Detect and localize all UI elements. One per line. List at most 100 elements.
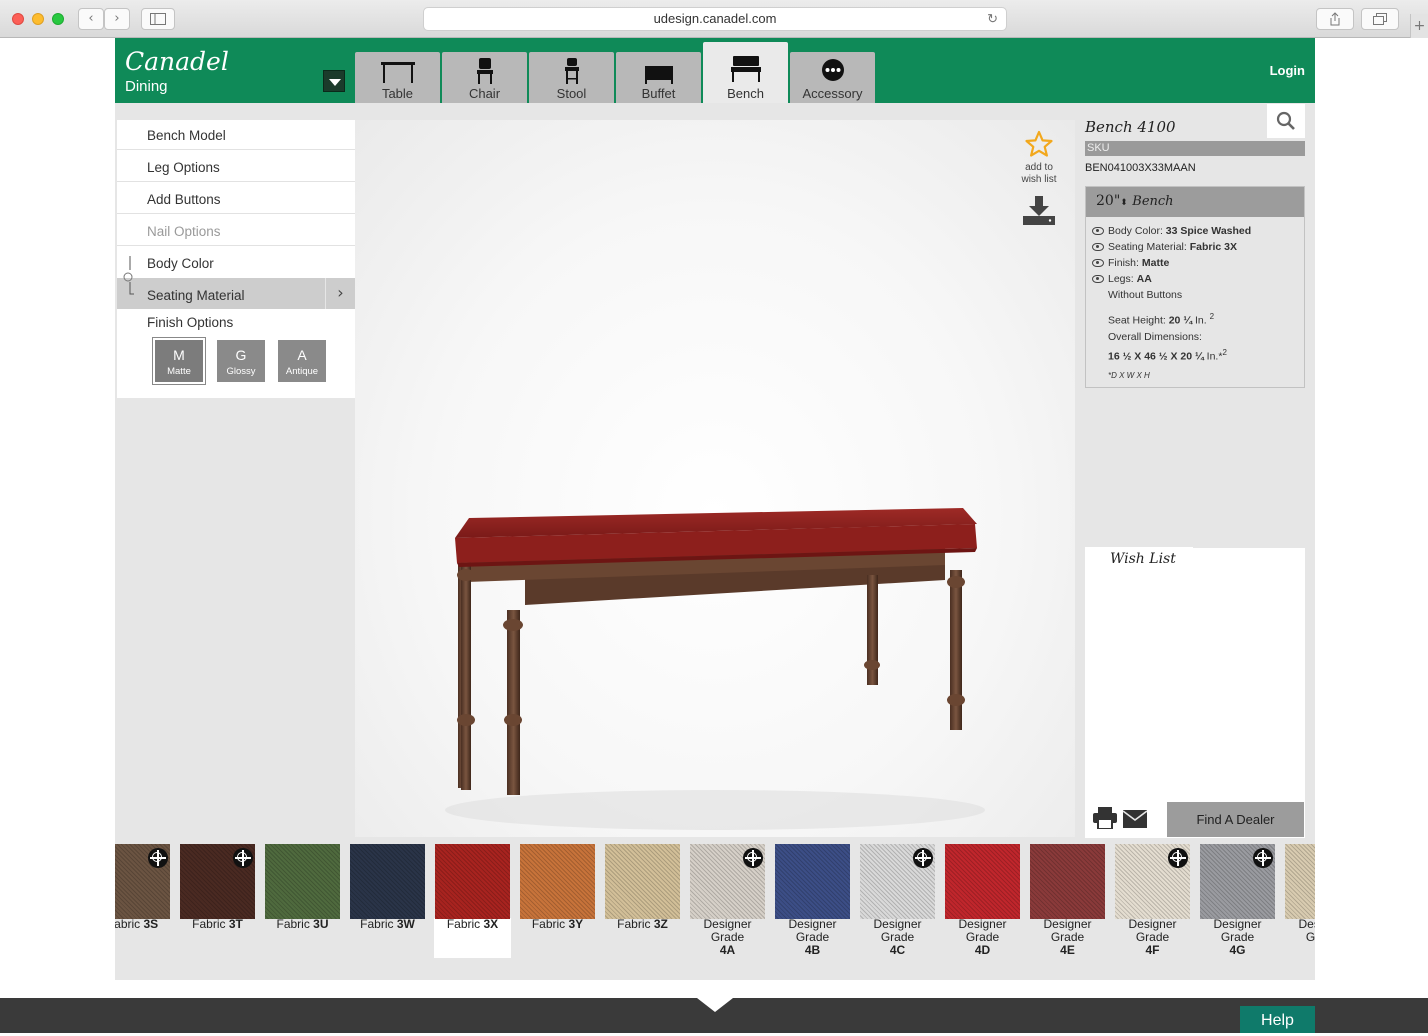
finish-code: A: [278, 347, 326, 363]
address-bar[interactable]: udesign.canadel.com ↻: [423, 7, 1007, 31]
zoom-target-icon[interactable]: [1253, 848, 1273, 868]
eye-icon[interactable]: [1092, 243, 1104, 251]
chevron-right-icon[interactable]: ›: [325, 278, 355, 309]
menu-item-body-color[interactable]: Body Color: [147, 256, 214, 271]
brand[interactable]: Canadel Dining: [125, 48, 229, 95]
zoom-target-icon[interactable]: [233, 848, 253, 868]
spec-finish: Finish: Matte: [1086, 255, 1304, 271]
swatch-3z[interactable]: [605, 844, 680, 919]
close-window-button[interactable]: [12, 13, 24, 25]
swatch-3y[interactable]: [520, 844, 595, 919]
tab-label: Stool: [529, 86, 614, 101]
mail-icon[interactable]: [1123, 810, 1147, 828]
finish-name: Antique: [278, 366, 326, 377]
menu-item-seating-material[interactable]: Seating Material ›: [117, 278, 355, 309]
zoom-window-button[interactable]: [52, 13, 64, 25]
finish-glossy-button[interactable]: G Glossy: [217, 340, 265, 382]
zoom-target-icon[interactable]: [148, 848, 168, 868]
zoom-target-icon[interactable]: [913, 848, 933, 868]
swatch-3x[interactable]: [435, 844, 510, 919]
menu-item-leg-options[interactable]: Leg Options: [147, 160, 220, 175]
zoom-target-icon[interactable]: [1168, 848, 1188, 868]
new-tab-button[interactable]: +: [1410, 14, 1428, 38]
eye-icon[interactable]: [1092, 259, 1104, 267]
swatch-3u[interactable]: [265, 844, 340, 919]
size-value: 20": [1096, 193, 1120, 209]
tab-stool[interactable]: Stool: [529, 52, 614, 103]
swatch-label: DesignerGrade4C: [855, 918, 940, 957]
finish-antique-button[interactable]: A Antique: [278, 340, 326, 382]
tab-accessory[interactable]: Accessory: [790, 52, 875, 103]
swatch-4h[interactable]: [1285, 844, 1315, 919]
table-icon: [381, 58, 415, 84]
swatch-4e[interactable]: [1030, 844, 1105, 919]
finish-matte-button[interactable]: M Matte: [155, 340, 203, 382]
swatch-label-line1: DesignerGrade: [1195, 918, 1280, 944]
login-link[interactable]: Login: [1270, 63, 1305, 78]
swatch-label-line1: Fabric: [532, 917, 565, 931]
swatch-label: Fabric 3T: [175, 918, 260, 931]
swatch-4d[interactable]: [945, 844, 1020, 919]
section-dropdown-button[interactable]: [323, 70, 345, 92]
print-icon[interactable]: [1093, 807, 1117, 829]
reload-icon[interactable]: ↻: [987, 8, 998, 30]
share-button[interactable]: [1316, 8, 1354, 30]
product-info-panel: Bench 4100 SKU BEN041003X33MAAN 20"⬍ Ben…: [1085, 120, 1305, 388]
swatch-code: 3X: [484, 917, 499, 931]
swatch-4c[interactable]: [860, 844, 935, 919]
wish-list-panel: Wish List Find A Dealer: [1085, 548, 1305, 838]
tab-label: Accessory: [790, 86, 875, 101]
tab-chair[interactable]: Chair: [442, 52, 527, 103]
swatch-code: 3Z: [654, 917, 668, 931]
tabs-overview-button[interactable]: [1361, 8, 1399, 30]
collapse-arrow-icon[interactable]: [697, 998, 733, 1012]
menu-item-bench-model[interactable]: Bench Model: [147, 128, 226, 143]
stepper-icon: ⬍: [1120, 198, 1128, 208]
swatch-4g[interactable]: [1200, 844, 1275, 919]
help-button[interactable]: Help: [1240, 1006, 1315, 1033]
eye-icon[interactable]: [1092, 275, 1104, 283]
swatch-3s[interactable]: [115, 844, 170, 919]
menu-item-add-buttons[interactable]: Add Buttons: [147, 192, 221, 207]
forward-button[interactable]: ›: [104, 8, 130, 30]
swatch-code: 4C: [890, 943, 905, 957]
option-menu: Bench Model Leg Options Add Buttons Nail…: [117, 120, 355, 398]
spec-overall-value: 16 ½ X 46 ½ X 20 ¼ In.*2: [1086, 345, 1304, 365]
back-button[interactable]: ‹: [78, 8, 104, 30]
swatch-3t[interactable]: [180, 844, 255, 919]
fabric-swatch-strip[interactable]: Fabric 3SFabric 3TFabric 3UFabric 3WFabr…: [115, 837, 1315, 980]
add-to-wish-list-button[interactable]: add to wish list: [1009, 130, 1069, 186]
wish-list-tab[interactable]: Wish List: [1085, 547, 1193, 572]
swatch-4a[interactable]: [690, 844, 765, 919]
swatch-label: DesignerGrade4G: [1195, 918, 1280, 957]
swatch-4f[interactable]: [1115, 844, 1190, 919]
menu-item-finish-options[interactable]: Finish Options: [147, 315, 233, 330]
sidebar-toggle-button[interactable]: [141, 8, 175, 30]
minimize-window-button[interactable]: [32, 13, 44, 25]
swatch-label-line1: Fabric: [447, 917, 480, 931]
swatch-label: Fabric 3X: [430, 918, 515, 931]
product-viewer[interactable]: add to wish list: [355, 120, 1075, 837]
swatch-label-line1: DesignerGrade: [855, 918, 940, 944]
share-icon: [1329, 12, 1341, 26]
sidebar-icon: [150, 13, 166, 25]
download-icon[interactable]: [1023, 196, 1055, 226]
forward-icon: ›: [114, 11, 119, 26]
zoom-target-icon[interactable]: [743, 848, 763, 868]
section-name: Dining: [125, 78, 229, 95]
tabs-icon: [1373, 13, 1387, 25]
tab-label: Buffet: [616, 86, 701, 101]
tab-bench[interactable]: Bench: [703, 42, 788, 103]
eye-icon[interactable]: [1092, 227, 1104, 235]
chair-icon: [468, 58, 502, 84]
finish-code: M: [155, 347, 203, 363]
tab-buffet[interactable]: Buffet: [616, 52, 701, 103]
tab-table[interactable]: Table: [355, 52, 440, 103]
swatch-label: DesignerGrade4H: [1280, 918, 1315, 957]
find-dealer-button[interactable]: Find A Dealer: [1167, 802, 1304, 837]
browser-toolbar: ‹ › udesign.canadel.com ↻ +: [0, 0, 1428, 38]
swatch-4b[interactable]: [775, 844, 850, 919]
divider: [117, 245, 355, 246]
spec-buttons: Without Buttons: [1086, 287, 1304, 303]
swatch-3w[interactable]: [350, 844, 425, 919]
